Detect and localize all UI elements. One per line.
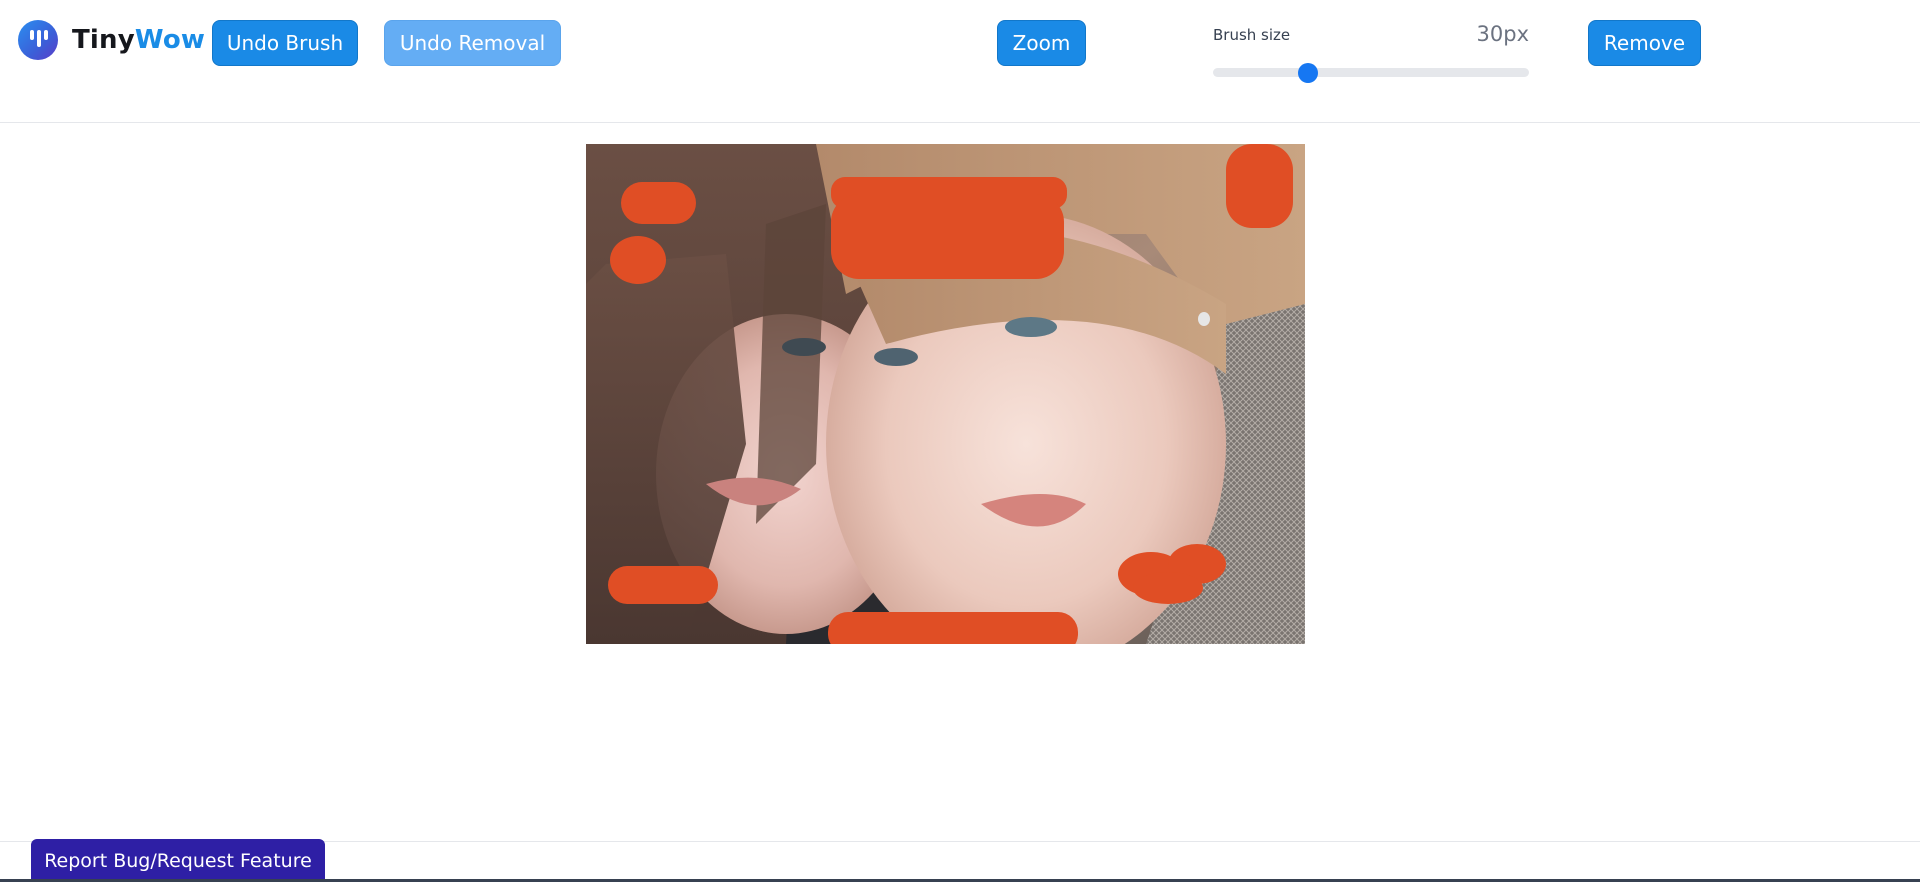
report-bug-button[interactable]: Report Bug/Request Feature: [31, 839, 325, 882]
logo-text: TinyWow: [72, 25, 205, 55]
top-toolbar: TinyWow Undo Brush Undo Removal Zoom Bru…: [0, 0, 1920, 123]
logo-text-wow: Wow: [134, 25, 206, 55]
undo-removal-button[interactable]: Undo Removal: [384, 20, 561, 66]
brush-size-control: Brush size 30px: [1213, 22, 1529, 83]
tinywow-logo-icon: [18, 20, 58, 60]
image-canvas[interactable]: [586, 144, 1305, 644]
brush-size-slider[interactable]: [1213, 68, 1529, 77]
zoom-button[interactable]: Zoom: [997, 20, 1086, 66]
remove-button[interactable]: Remove: [1588, 20, 1701, 66]
logo-text-tiny: Tiny: [72, 25, 135, 55]
brush-size-value: 30px: [1476, 22, 1529, 46]
brush-size-slider-thumb[interactable]: [1298, 63, 1318, 83]
undo-brush-button[interactable]: Undo Brush: [212, 20, 358, 66]
logo[interactable]: TinyWow: [18, 20, 205, 60]
photo[interactable]: [586, 144, 1305, 644]
brush-size-label: Brush size: [1213, 26, 1291, 44]
